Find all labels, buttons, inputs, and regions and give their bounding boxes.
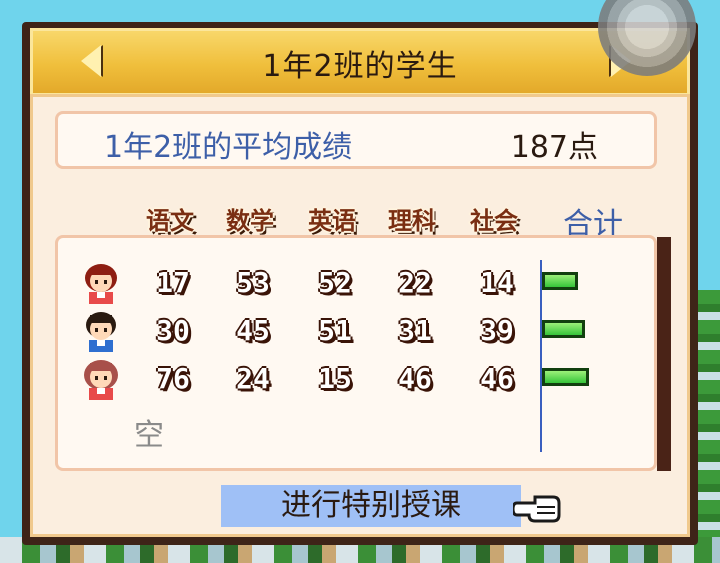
student-row[interactable]: 76 24 15 46 46 [58,356,660,402]
score-math: 24 [236,362,270,395]
total-score-bar [542,272,578,290]
empty-slot-label[interactable]: 空 [134,410,164,454]
average-score-label: 1年2班的平均成绩 [104,130,353,165]
subject-header-chinese: 语文 [146,207,194,235]
score-math: 53 [236,266,270,299]
score-english: 15 [318,362,352,395]
window-title: 1年2班的学生 [262,49,458,84]
score-chinese: 76 [156,362,190,395]
girl-pink-hair-icon [84,360,118,400]
boy-blue-shirt-icon [86,312,116,352]
score-chinese: 17 [156,266,190,299]
pointing-hand-icon [513,495,561,523]
average-score-box: 1年2班的平均成绩 187点 [55,111,657,169]
score-chinese: 30 [156,314,190,347]
score-science: 31 [398,314,432,347]
score-social: 39 [480,314,514,347]
total-score-bar [542,320,585,338]
list-scrollbar[interactable] [657,237,671,471]
score-science: 46 [398,362,432,395]
class-students-window: 1年2班的学生 1年2班的平均成绩 187点 语文 数学 英语 理科 社会 合计 [22,22,698,545]
student-row[interactable]: 17 53 52 22 14 [58,260,660,306]
score-science: 22 [398,266,432,299]
subject-header-english: 英语 [308,207,356,235]
subject-header-social: 社会 [470,207,518,235]
title-bar: 1年2班的学生 [30,28,690,96]
score-math: 45 [236,314,270,347]
subject-header-math: 数学 [226,207,274,235]
score-social: 14 [480,266,514,299]
subject-header-science: 理科 [388,207,436,235]
score-english: 51 [318,314,352,347]
total-score-bar [542,368,589,386]
score-english: 52 [318,266,352,299]
girl-red-hair-icon [85,264,117,304]
student-score-list: 17 53 52 22 14 30 45 51 31 39 76 24 15 4… [55,235,657,471]
student-row[interactable]: 30 45 51 31 39 [58,308,660,354]
special-lesson-button[interactable]: 进行特别授课 [221,485,521,527]
score-social: 46 [480,362,514,395]
average-score-value: 187点 [510,130,598,165]
content-panel: 1年2班的平均成绩 187点 语文 数学 英语 理科 社会 合计 17 53 5… [30,94,690,537]
